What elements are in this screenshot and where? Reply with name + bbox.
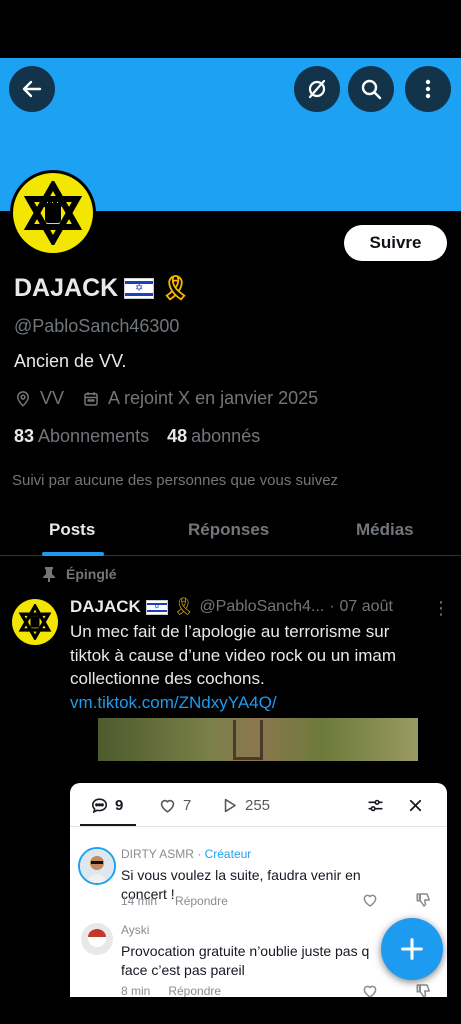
- sliders-icon: [368, 799, 383, 812]
- profile-location: VV: [40, 388, 65, 408]
- comment-time: 8 min: [121, 984, 151, 997]
- tweet-date: 07 août: [339, 598, 393, 615]
- comment-time: 14 min: [121, 894, 158, 908]
- likes-tab[interactable]: 7: [158, 796, 191, 815]
- more-options-button[interactable]: [405, 66, 451, 112]
- location-icon: [16, 390, 30, 407]
- creator-badge: Créateur: [204, 847, 252, 861]
- profile-joined: A rejoint X en janvier 2025: [108, 388, 319, 408]
- tweet-media-image[interactable]: [98, 718, 418, 761]
- star-fist-logo: [23, 181, 83, 245]
- reply-button[interactable]: Répondre: [175, 894, 228, 908]
- calendar-icon: [84, 391, 98, 406]
- commenter-name[interactable]: Ayski: [121, 923, 149, 937]
- comment-item: DIRTY ASMR · Créateur Si vous voulez la …: [78, 847, 443, 911]
- commenter-avatar[interactable]: [78, 847, 116, 885]
- like-heart-icon[interactable]: [361, 891, 379, 909]
- status-bar: [0, 0, 461, 58]
- arrow-left-icon: [22, 80, 42, 98]
- views-tab[interactable]: 255: [220, 796, 270, 815]
- dislike-icon[interactable]: [415, 982, 433, 997]
- profile-stats: 83 Abonnements 48 abonnés: [14, 426, 260, 447]
- like-heart-icon[interactable]: [361, 982, 379, 997]
- following-link[interactable]: 83 Abonnements: [14, 426, 149, 447]
- yellow-ribbon-icon: 🎗: [160, 275, 191, 302]
- tiktok-stats-bar: 9 7 255: [70, 783, 447, 827]
- commenter-avatar[interactable]: [81, 923, 113, 955]
- profile-bio: Ancien de VV.: [14, 351, 127, 371]
- comment-footer: 14 min Répondre: [121, 894, 228, 908]
- followers-link[interactable]: 48 abonnés: [167, 426, 260, 447]
- dislike-icon[interactable]: [415, 891, 433, 909]
- comments-tab-indicator: [80, 824, 136, 826]
- tab-replies[interactable]: Réponses: [188, 520, 269, 540]
- reply-button[interactable]: Répondre: [168, 984, 221, 997]
- comment-text: Provocation gratuite n’oublie juste pas …: [121, 943, 370, 978]
- comment-footer: 8 min Répondre: [121, 984, 221, 997]
- heart-icon: [160, 799, 175, 813]
- tweet-author-handle[interactable]: @PabloSanch4...: [199, 598, 324, 616]
- follow-button[interactable]: Suivre: [344, 225, 447, 261]
- filter-button[interactable]: [366, 796, 385, 815]
- tweet-link[interactable]: vm.tiktok.com/ZNdxyYA4Q/: [70, 693, 277, 712]
- comment-icon: [91, 798, 108, 814]
- plus-icon: [401, 938, 423, 960]
- profile-name: DAJACK ✡ 🎗: [14, 274, 191, 303]
- pinned-label: Épinglé: [42, 566, 117, 582]
- pin-icon: [43, 567, 55, 582]
- search-icon: [361, 79, 382, 100]
- play-icon: [224, 798, 236, 813]
- grok-button[interactable]: [294, 66, 340, 112]
- tweet-more-icon[interactable]: ⋮: [432, 598, 450, 619]
- commenter-name[interactable]: DIRTY ASMR · Créateur: [121, 847, 251, 861]
- tab-media[interactable]: Médias: [356, 520, 414, 540]
- profile-meta: VV A rejoint X en janvier 2025: [14, 388, 318, 409]
- grok-icon: [308, 79, 326, 99]
- yellow-ribbon-icon: 🎗: [172, 597, 195, 616]
- star-fist-logo: [18, 604, 52, 640]
- profile-avatar[interactable]: [10, 170, 96, 256]
- more-vertical-icon: [425, 79, 431, 99]
- search-button[interactable]: [348, 66, 394, 112]
- profile-tabs: Posts Réponses Médias: [0, 505, 461, 556]
- close-button[interactable]: [406, 796, 425, 815]
- israel-flag-icon: ✡: [145, 599, 168, 615]
- comments-tab[interactable]: 9: [90, 796, 123, 815]
- tweet-avatar[interactable]: [12, 599, 58, 645]
- back-button[interactable]: [9, 66, 55, 112]
- display-name: DAJACK: [14, 274, 119, 302]
- tweet-text: Un mec fait de l’apologie au terrorisme …: [70, 622, 397, 712]
- compose-button[interactable]: [381, 918, 443, 980]
- tweet-author-name[interactable]: DAJACK: [70, 597, 141, 617]
- tweet-header: DAJACK ✡ 🎗 @PabloSanch4... · 07 août: [70, 597, 393, 617]
- followed-by-text: Suivi par aucune des personnes que vous …: [12, 472, 339, 489]
- close-icon: [409, 799, 422, 812]
- tab-posts[interactable]: Posts: [49, 520, 95, 540]
- active-tab-indicator: [42, 552, 104, 556]
- israel-flag-icon: ✡: [124, 278, 155, 299]
- profile-handle: @PabloSanch46300: [14, 316, 180, 336]
- tweet-separator: ·: [329, 598, 335, 615]
